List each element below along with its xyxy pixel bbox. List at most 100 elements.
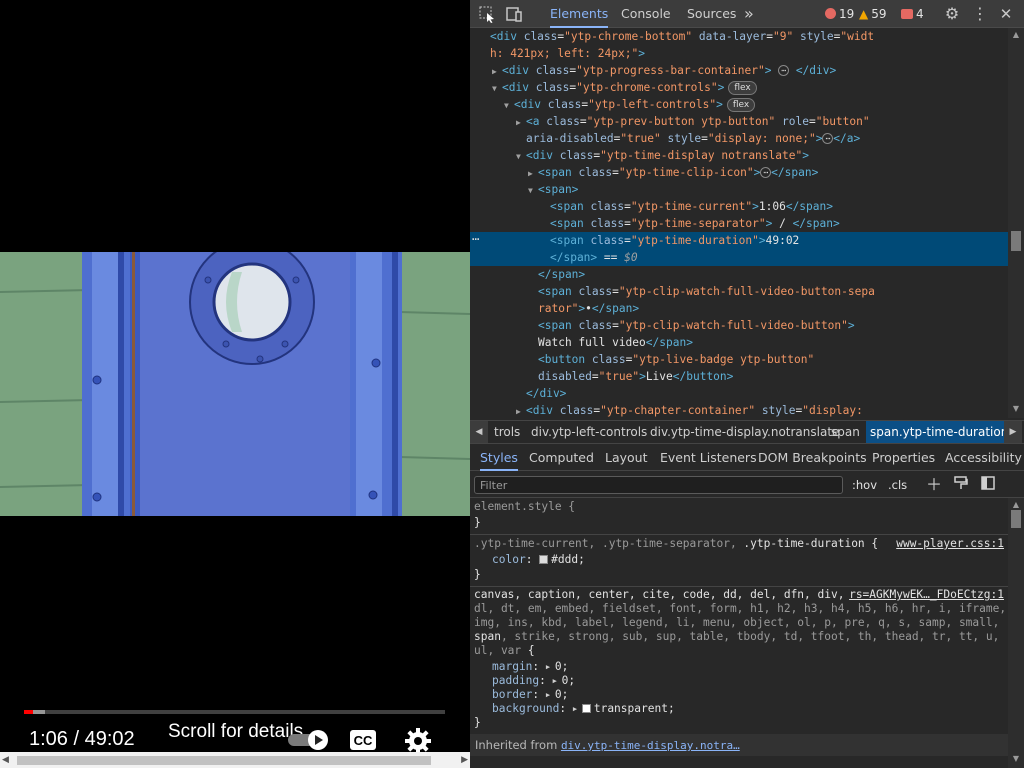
dom-node-line[interactable]: Watch full video</span> xyxy=(470,334,1008,351)
dom-node-line[interactable]: ▼ <span> xyxy=(470,181,1008,198)
issues-counter[interactable]: 4 xyxy=(901,0,924,28)
dom-node-line[interactable]: <span class="ytp-time-duration">49:02 xyxy=(470,232,1008,249)
dom-node-line[interactable]: </div> xyxy=(470,385,1008,402)
tab-accessibility[interactable]: Accessibility xyxy=(945,445,1022,471)
hover-state-toggle[interactable]: :hov xyxy=(852,476,877,494)
dom-node-line[interactable]: ▼ <div class="ytp-time-display notranslat… xyxy=(470,147,1008,164)
dom-node-line[interactable]: disabled="true">Live</button> xyxy=(470,368,1008,385)
tab-sources[interactable]: Sources xyxy=(687,0,736,28)
dom-node-line[interactable]: <span class="ytp-clip-watch-full-video-b… xyxy=(470,283,1008,300)
collapse-arrow-icon[interactable]: ▼ xyxy=(528,182,538,198)
styles-filter-input[interactable] xyxy=(474,476,843,494)
autoplay-toggle[interactable] xyxy=(288,730,330,750)
breadcrumb-item[interactable]: trols xyxy=(490,421,524,443)
captions-cc-icon[interactable]: CC xyxy=(349,729,377,751)
scrollbar-thumb[interactable] xyxy=(1011,231,1021,251)
tab-styles[interactable]: Styles xyxy=(480,445,518,471)
collapse-arrow-icon[interactable]: ▼ xyxy=(492,80,502,96)
selected-node-more-icon[interactable]: ⋯ xyxy=(472,232,482,246)
tab-layout[interactable]: Layout xyxy=(605,445,648,471)
tab-elements[interactable]: Elements xyxy=(550,0,609,28)
breadcrumb-item-selected[interactable]: span.ytp-time-duration xyxy=(866,421,1013,443)
tab-event-listeners[interactable]: Event Listeners xyxy=(660,445,757,471)
device-toolbar-icon[interactable] xyxy=(505,5,523,23)
dom-node-line[interactable]: <span class="ytp-time-current">1:06</spa… xyxy=(470,198,1008,215)
scroll-up-arrow-icon[interactable]: ▲ xyxy=(1011,500,1021,509)
tab-computed[interactable]: Computed xyxy=(529,445,594,471)
dom-tree-scrollbar[interactable]: ▲ ▼ xyxy=(1008,28,1024,418)
tab-properties[interactable]: Properties xyxy=(872,445,935,471)
scroll-for-details-hint[interactable]: Scroll for details xyxy=(168,721,303,743)
dom-node-line[interactable]: rator">•</span> xyxy=(470,300,1008,317)
dom-node-line[interactable]: </span> == $0 xyxy=(470,249,1008,266)
expand-arrow-icon[interactable]: ▶ xyxy=(492,63,502,79)
rule1-source-link[interactable]: www-player.css:1 xyxy=(896,537,1004,550)
rule2-declaration[interactable]: margin: ▶ 0; xyxy=(492,660,568,674)
expand-triangle-icon[interactable]: ▶ xyxy=(546,688,555,702)
paint-roller-icon[interactable] xyxy=(952,476,970,494)
dom-node-line[interactable]: </span> xyxy=(470,266,1008,283)
dom-node-line[interactable]: ▼ <div class="ytp-left-controls"> flex xyxy=(470,96,1008,113)
collapse-arrow-icon[interactable]: ▼ xyxy=(516,148,526,164)
more-tabs-chevron-icon[interactable]: » xyxy=(744,0,754,28)
scroll-down-arrow-icon[interactable]: ▼ xyxy=(1011,404,1021,413)
breadcrumb-item[interactable]: span xyxy=(827,421,864,443)
scrollbar-thumb[interactable] xyxy=(1011,510,1021,528)
tab-console[interactable]: Console xyxy=(621,0,671,28)
color-swatch[interactable] xyxy=(581,704,591,713)
rule2-declaration[interactable]: border: ▶ 0; xyxy=(492,688,568,702)
dom-node-line[interactable]: <button class="ytp-live-badge ytp-button… xyxy=(470,351,1008,368)
expand-triangle-icon[interactable]: ▶ xyxy=(546,660,555,674)
rule2-declaration[interactable]: padding: ▶ 0; xyxy=(492,674,575,688)
close-devtools-icon[interactable]: ✕ xyxy=(997,5,1015,23)
rule2-declaration[interactable]: background: ▶ transparent; xyxy=(492,702,675,716)
settings-gear-icon[interactable] xyxy=(404,727,432,755)
collapse-arrow-icon[interactable]: ▼ xyxy=(504,97,514,113)
dom-tree[interactable]: <div class="ytp-chrome-bottom" data-laye… xyxy=(470,28,1008,418)
dom-node-line[interactable]: h: 421px; left: 24px;"> xyxy=(470,45,1008,62)
breadcrumb-item[interactable]: div.ytp-left-controls xyxy=(527,421,651,443)
scroll-left-arrow-icon[interactable]: ◀ xyxy=(2,755,12,765)
element-style-selector[interactable]: element.style { xyxy=(474,500,575,514)
settings-gear-icon[interactable]: ⚙ xyxy=(943,5,961,23)
new-style-rule-plus-icon[interactable]: ＋ xyxy=(925,476,943,494)
color-swatch[interactable] xyxy=(539,555,549,564)
rule1-selector[interactable]: .ytp-time-current, .ytp-time-separator, … xyxy=(474,537,878,551)
errors-counter[interactable]: 19 xyxy=(825,0,854,28)
more-options-kebab-icon[interactable]: ⋮ xyxy=(971,5,989,23)
expand-arrow-icon[interactable]: ▶ xyxy=(516,114,526,130)
dom-node-line[interactable]: ▼ <div class="ytp-chrome-controls"> flex xyxy=(470,79,1008,96)
progress-bar[interactable] xyxy=(24,710,445,714)
dom-node-line[interactable]: <div class="ytp-chrome-bottom" data-laye… xyxy=(470,28,1008,45)
breadcrumb-scroll-right-icon[interactable]: ▶ xyxy=(1004,421,1022,443)
rule2-source-link[interactable]: rs=AGKMywEK…_FDoECtzg:1 xyxy=(849,588,1004,601)
expand-triangle-icon[interactable]: ▶ xyxy=(573,702,582,716)
scroll-up-arrow-icon[interactable]: ▲ xyxy=(1011,30,1021,39)
warnings-counter[interactable]: ▲ 59 xyxy=(859,0,887,28)
scroll-down-arrow-icon[interactable]: ▼ xyxy=(1011,754,1021,763)
class-toggle[interactable]: .cls xyxy=(888,476,907,494)
dom-node-line[interactable]: ▶ <span class="ytp-time-clip-icon"> ⋯ </spa… xyxy=(470,164,1008,181)
horizontal-scrollbar[interactable]: ◀ ▶ xyxy=(0,752,470,768)
expand-triangle-icon[interactable]: ▶ xyxy=(553,674,562,688)
dom-node-line[interactable]: ▶ <div class="ytp-chapter-container" styl… xyxy=(470,402,1008,418)
styles-rules[interactable]: element.style { } .ytp-time-current, .yt… xyxy=(470,498,1008,768)
dom-node-line[interactable]: ▶ <div class="ytp-progress-bar-container"… xyxy=(470,62,1008,79)
dom-node-line[interactable]: ▶ <a class="ytp-prev-button ytp-button" r… xyxy=(470,113,1008,130)
breadcrumb-scroll-left-icon[interactable]: ◀ xyxy=(470,421,488,443)
scrollbar-thumb[interactable] xyxy=(17,756,431,765)
breadcrumb-item[interactable]: div.ytp-time-display.notranslate xyxy=(646,421,843,443)
expand-arrow-icon[interactable]: ▶ xyxy=(528,165,538,181)
styles-scrollbar[interactable]: ▲ ▼ xyxy=(1008,498,1024,768)
dom-node-line[interactable]: aria-disabled="true" style="display: non… xyxy=(470,130,1008,147)
toggle-sidebar-icon[interactable] xyxy=(979,476,997,494)
inherited-element-link[interactable]: div.ytp-time-display.notra… xyxy=(561,739,740,752)
tab-dom-breakpoints[interactable]: DOM Breakpoints xyxy=(758,445,867,471)
video-player[interactable]: ✕ 1:06 / 49:02 Scroll for details CC ◀ xyxy=(0,0,470,768)
dom-node-line[interactable]: <span class="ytp-clip-watch-full-video-b… xyxy=(470,317,1008,334)
scroll-right-arrow-icon[interactable]: ▶ xyxy=(458,755,468,765)
dom-node-line[interactable]: <span class="ytp-time-separator"> / </sp… xyxy=(470,215,1008,232)
rule1-declaration[interactable]: color: #ddd; xyxy=(492,553,585,567)
inspect-element-icon[interactable] xyxy=(478,5,496,23)
video-frame-cartoon-door[interactable] xyxy=(0,252,470,516)
